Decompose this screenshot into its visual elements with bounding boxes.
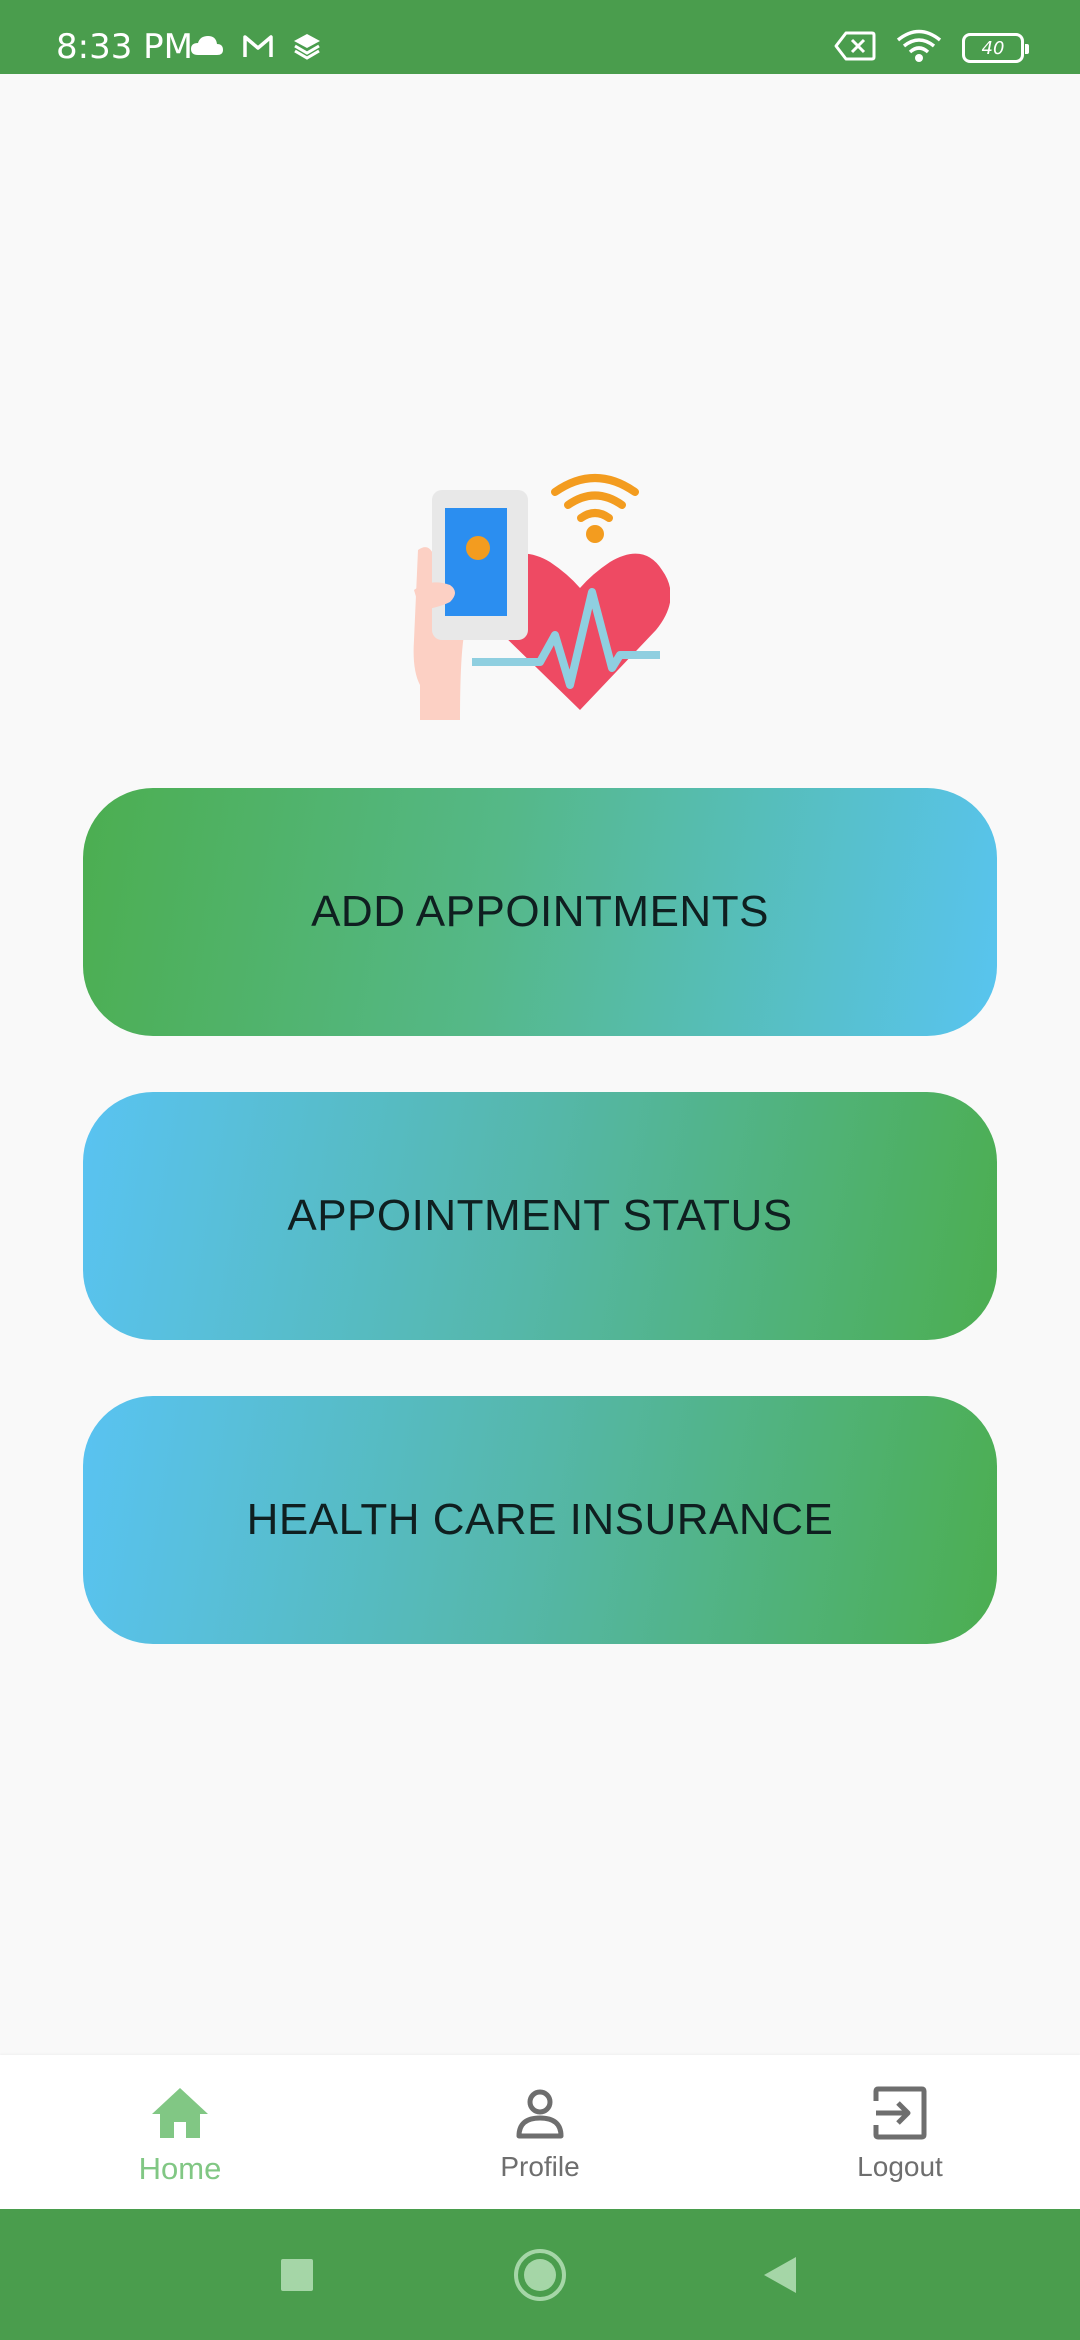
recents-icon[interactable] [262,2209,332,2340]
nav-label-home: Home [138,2151,222,2186]
nav-item-profile[interactable]: Profile [360,2055,720,2209]
back-icon[interactable] [745,2209,815,2340]
wifi-icon [896,29,942,68]
cloud-icon [190,35,224,62]
nav-label-logout: Logout [857,2151,943,2182]
person-icon [510,2083,570,2143]
layers-icon [292,32,322,65]
status-icons-left [190,28,322,68]
health-care-insurance-button[interactable]: HEALTH CARE INSURANCE [83,1396,997,1644]
home-icon [150,2083,210,2143]
health-phone-heart-icon [410,470,671,730]
bottom-navigation: Home Profile Logout [0,2055,1080,2209]
home-circle-icon[interactable] [505,2209,575,2340]
appointment-status-button[interactable]: APPOINTMENT STATUS [83,1092,997,1340]
add-appointments-button[interactable]: ADD APPOINTMENTS [83,788,997,1036]
nav-item-home[interactable]: Home [0,2055,360,2209]
status-bar: 8:33 PM 40 [0,0,1080,74]
logout-icon [870,2083,930,2143]
status-time: 8:33 PM [56,27,193,67]
nav-label-profile: Profile [500,2151,580,2182]
gmail-icon [242,33,274,64]
sim-error-icon [834,31,876,66]
system-navigation-bar [0,2209,1080,2340]
nav-item-logout[interactable]: Logout [720,2055,1080,2209]
status-icons-right: 40 [834,28,1029,68]
battery-icon: 40 [962,33,1029,63]
